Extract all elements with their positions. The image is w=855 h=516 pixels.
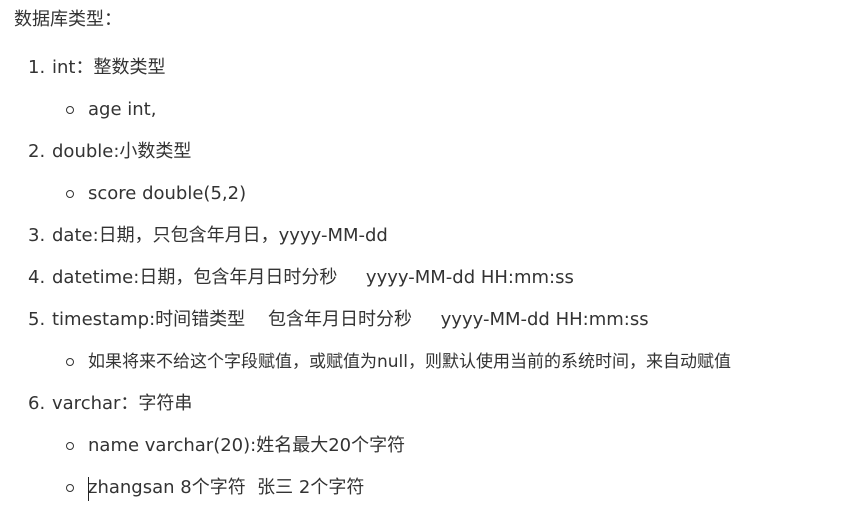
list-item-text: datetime:日期，包含年月日时分秒 yyyy-MM-dd HH:mm:ss: [52, 267, 574, 288]
circle-bullet-icon: [66, 484, 74, 492]
document: 数据库类型： 1. int：整数类型 age int, 2. double:小数…: [0, 0, 855, 516]
section-heading: 数据库类型：: [14, 9, 122, 30]
list-item-text: varchar：字符串: [52, 393, 193, 414]
list-number: 4.: [28, 267, 46, 288]
list-number: 3.: [28, 225, 46, 246]
list-item-text: timestamp:时间错类型 包含年月日时分秒 yyyy-MM-dd HH:m…: [52, 309, 649, 330]
list-number: 5.: [28, 309, 46, 330]
list-number: 6.: [28, 393, 46, 414]
list-item-text: int：整数类型: [52, 57, 166, 78]
sub-item-text: 如果将来不给这个字段赋值，或赋值为null，则默认使用当前的系统时间，来自动赋值: [88, 352, 731, 372]
circle-bullet-icon: [66, 190, 74, 198]
circle-bullet-icon: [66, 442, 74, 450]
list-number: 1.: [28, 57, 46, 78]
circle-bullet-icon: [66, 106, 74, 114]
list-item-text: double:小数类型: [52, 141, 192, 162]
sub-item-text[interactable]: zhangsan 8个字符 张三 2个字符: [88, 473, 364, 503]
list-number: 2.: [28, 141, 46, 162]
sub-item-text: age int,: [88, 99, 157, 120]
circle-bullet-icon: [66, 358, 74, 366]
list-item-text: date:日期，只包含年月日，yyyy-MM-dd: [52, 225, 388, 246]
sub-item-text: score double(5,2): [88, 183, 247, 204]
sub-item-text: name varchar(20):姓名最大20个字符: [88, 435, 406, 456]
